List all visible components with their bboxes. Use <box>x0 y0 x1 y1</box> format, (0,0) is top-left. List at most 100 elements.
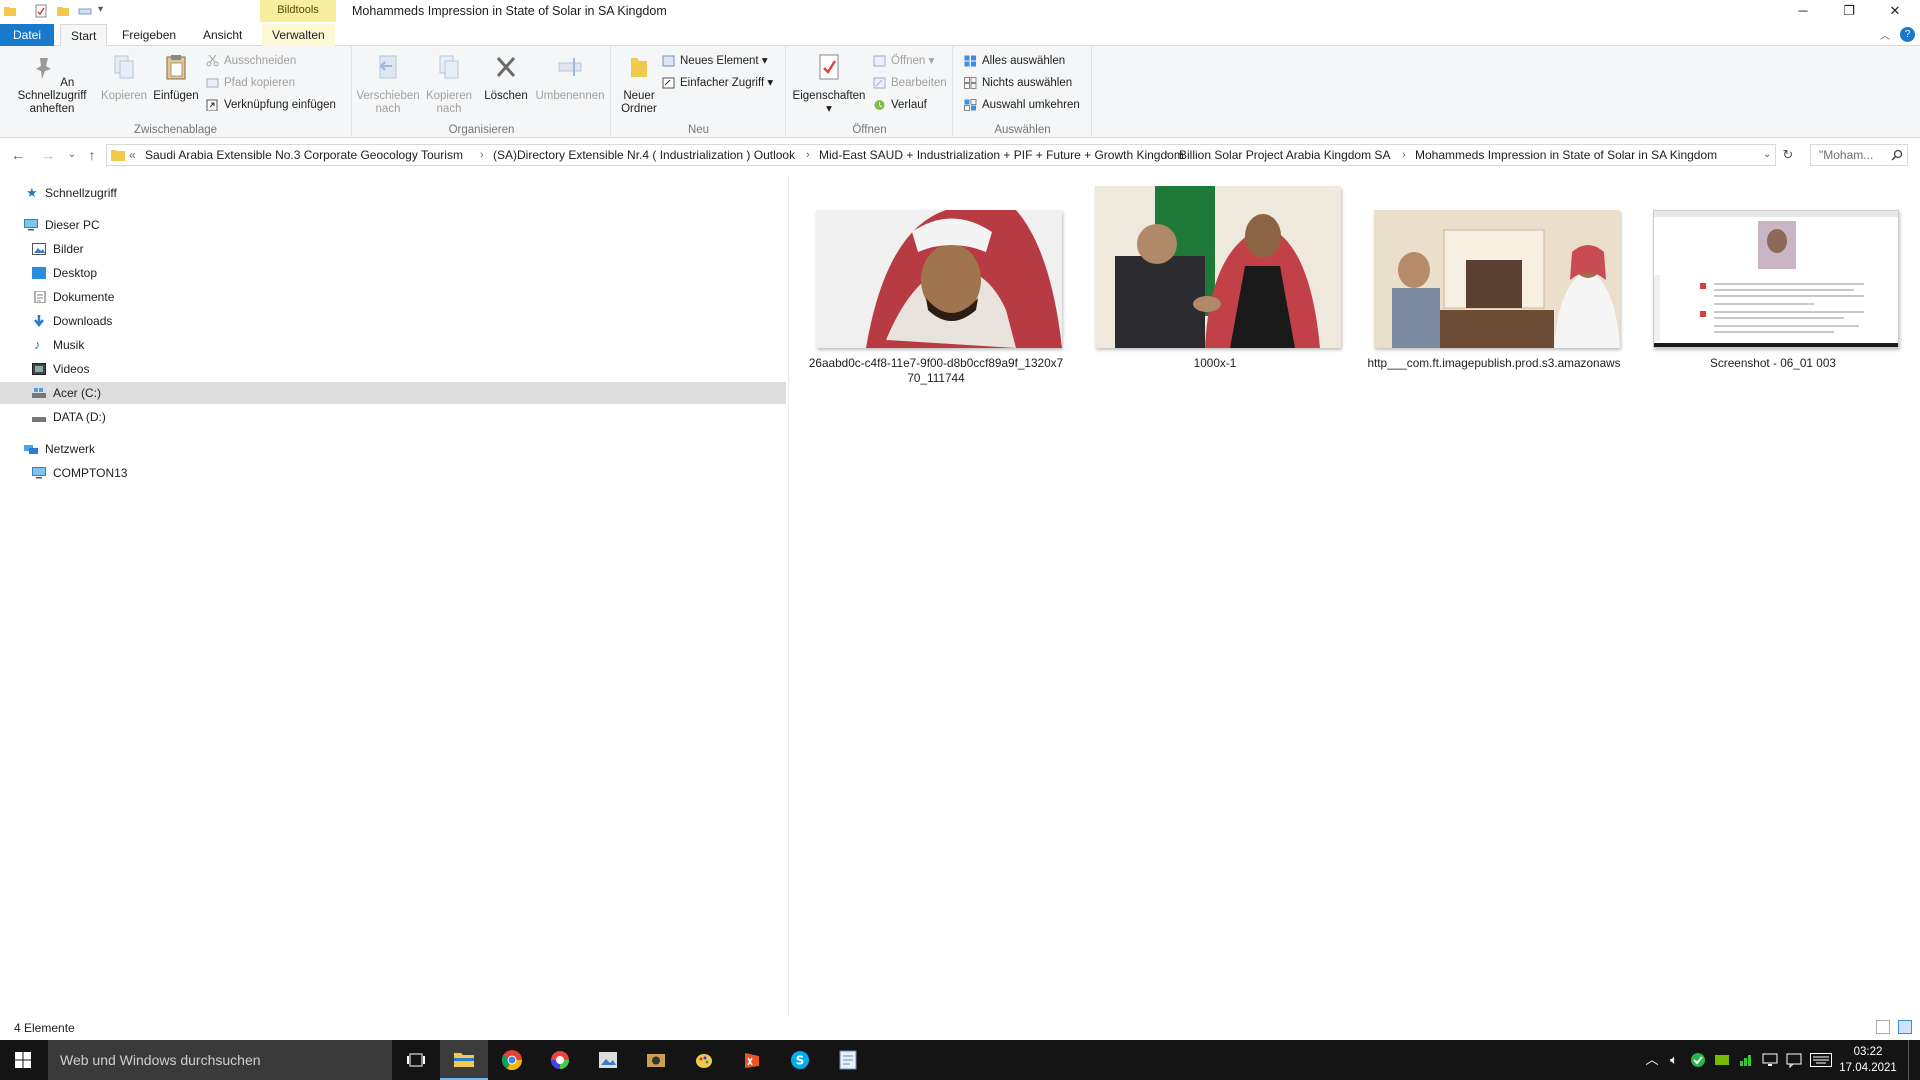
select-none-button[interactable]: Nichts auswählen <box>962 74 1072 92</box>
tree-item-computer[interactable]: COMPTON13 <box>0 462 786 484</box>
breadcrumb-separator-icon[interactable]: › <box>1166 145 1170 165</box>
breadcrumb-separator-icon[interactable]: › <box>806 145 810 165</box>
breadcrumb-separator-icon[interactable]: › <box>1402 145 1406 165</box>
forward-button[interactable]: → <box>38 145 58 165</box>
search-box[interactable]: "Moham... <box>1810 144 1908 166</box>
history-icon <box>874 100 885 110</box>
tree-item-downloads[interactable]: Downloads <box>0 310 786 332</box>
antivirus-icon[interactable] <box>1690 1052 1706 1068</box>
rename-button[interactable]: Umbenennen <box>531 52 609 103</box>
tab-ansicht[interactable]: Ansicht <box>193 24 252 46</box>
tree-item-network[interactable]: Netzwerk <box>0 438 786 460</box>
paste-shortcut-button[interactable]: Verknüpfung einfügen <box>204 96 336 114</box>
task-view-button[interactable] <box>392 1040 440 1080</box>
paste-icon <box>166 55 186 80</box>
office-app-icon <box>745 1053 759 1068</box>
minimize-button[interactable]: ─ <box>1780 0 1826 22</box>
taskbar-camera-app[interactable] <box>632 1040 680 1080</box>
taskbar-explorer[interactable] <box>440 1040 488 1080</box>
taskbar-chrome[interactable] <box>488 1040 536 1080</box>
tree-item-videos[interactable]: Videos <box>0 358 786 380</box>
taskbar-office-app[interactable] <box>728 1040 776 1080</box>
tree-item-desktop[interactable]: Desktop <box>0 262 786 284</box>
tree-item-this-pc[interactable]: Dieser PC <box>0 214 786 236</box>
display-tray-icon[interactable] <box>1762 1052 1778 1068</box>
taskbar-search[interactable]: Web und Windows durchsuchen <box>48 1040 392 1080</box>
tab-datei[interactable]: Datei <box>0 24 54 46</box>
properties-icon[interactable] <box>34 4 48 18</box>
pane-splitter[interactable] <box>788 176 789 1016</box>
volume-icon[interactable]: 🔈︎ <box>1666 1052 1682 1068</box>
breadcrumb-separator-icon[interactable]: › <box>480 145 484 165</box>
clock[interactable]: 03:22 17.04.2021 <box>1838 1044 1898 1076</box>
history-button[interactable]: Verlauf <box>871 96 927 114</box>
properties-button[interactable]: Eigenschaften ▾ <box>791 52 867 116</box>
select-all-button[interactable]: Alles auswählen <box>962 52 1065 70</box>
show-hidden-icons[interactable]: ︿ <box>1644 1052 1660 1068</box>
taskbar-image-viewer[interactable] <box>584 1040 632 1080</box>
keyboard-icon[interactable] <box>1810 1053 1832 1067</box>
details-view-button[interactable] <box>1876 1020 1890 1034</box>
new-item-button[interactable]: Neues Element ▾ <box>660 52 768 70</box>
paste-button[interactable]: Einfügen <box>148 52 204 103</box>
tree-item-drive-d[interactable]: DATA (D:) <box>0 406 786 428</box>
delete-button[interactable]: Löschen <box>479 52 533 103</box>
taskbar-skype[interactable]: S <box>776 1040 824 1080</box>
recent-locations-icon[interactable]: ⌄ <box>62 145 82 165</box>
start-button[interactable] <box>0 1040 48 1080</box>
address-bar[interactable]: « Saudi Arabia Extensible No.3 Corporate… <box>106 144 1776 166</box>
tree-item-music[interactable]: ♪ Musik <box>0 334 786 356</box>
cut-button[interactable]: Ausschneiden <box>204 52 296 70</box>
move-to-button[interactable]: Verschieben nach <box>355 52 421 116</box>
restore-button[interactable]: ❐ <box>1826 0 1872 22</box>
edit-button[interactable]: Bearbeiten <box>871 74 947 92</box>
taskbar-search-input[interactable]: Web und Windows durchsuchen <box>60 1052 261 1068</box>
tab-start[interactable]: Start <box>60 24 108 47</box>
breadcrumb-item[interactable]: Billion Solar Project Arabia Kingdom SA <box>1179 145 1390 165</box>
large-icons-view-button[interactable] <box>1898 1020 1912 1034</box>
invert-selection-button[interactable]: Auswahl umkehren <box>962 96 1080 114</box>
tab-freigeben[interactable]: Freigeben <box>112 24 186 46</box>
copy-path-button[interactable]: Pfad kopieren <box>204 74 295 92</box>
breadcrumb-item[interactable]: Mid-East SAUD + Industrialization + PIF … <box>819 145 1184 165</box>
breadcrumb-overflow[interactable]: « <box>129 145 136 165</box>
notepad-icon <box>839 1050 857 1070</box>
tree-item-documents[interactable]: Dokumente <box>0 286 786 308</box>
network-tray-icon[interactable] <box>1738 1052 1754 1068</box>
taskbar-photos-app[interactable] <box>536 1040 584 1080</box>
easy-access-button[interactable]: Einfacher Zugriff ▾ <box>660 74 773 92</box>
pin-quick-access-button[interactable]: An Schnellzugriff anheften <box>4 52 100 116</box>
tree-item-drive-c[interactable]: Acer (C:) <box>0 382 786 404</box>
breadcrumb-item[interactable]: Saudi Arabia Extensible No.3 Corporate G… <box>145 145 463 165</box>
collapse-ribbon-icon[interactable]: ︿ <box>1880 27 1890 42</box>
tree-item-pictures[interactable]: Bilder <box>0 238 786 260</box>
tab-verwalten[interactable]: Verwalten <box>262 24 335 46</box>
skype-icon: S <box>791 1051 809 1069</box>
show-desktop-button[interactable] <box>1908 1040 1914 1080</box>
qat-dropdown-icon[interactable]: ▾ <box>98 4 103 15</box>
desktop-icon <box>32 267 46 279</box>
drive-icon <box>32 417 46 422</box>
nvidia-icon[interactable] <box>1714 1052 1730 1068</box>
address-dropdown-icon[interactable]: ⌄ <box>1763 145 1771 165</box>
open-button[interactable]: Öffnen ▾ <box>871 52 934 70</box>
new-folder-button[interactable]: Neuer Ordner <box>614 52 664 116</box>
search-icon[interactable] <box>1891 149 1903 161</box>
back-button[interactable]: ← <box>8 145 28 165</box>
up-button[interactable]: ↑ <box>82 145 102 165</box>
close-button[interactable]: ✕ <box>1872 0 1918 22</box>
taskbar-notepad[interactable] <box>824 1040 872 1080</box>
group-organize: Verschieben nach Kopieren nach Löschen U… <box>353 46 611 138</box>
rename-icon[interactable] <box>78 4 92 18</box>
tree-item-quick-access[interactable]: ★ Schnellzugriff <box>0 182 786 204</box>
notification-icon[interactable] <box>1786 1052 1802 1068</box>
new-folder-icon[interactable] <box>56 4 70 18</box>
taskbar-paint-app[interactable] <box>680 1040 728 1080</box>
copy-to-button[interactable]: Kopieren nach <box>421 52 477 116</box>
search-input[interactable]: "Moham... <box>1819 148 1873 162</box>
breadcrumb-current[interactable]: Mohammeds Impression in State of Solar i… <box>1415 145 1717 165</box>
breadcrumb-item[interactable]: (SA)Directory Extensible Nr.4 ( Industri… <box>493 145 795 165</box>
help-icon[interactable]: ? <box>1900 27 1915 42</box>
refresh-button[interactable]: ↻ <box>1778 145 1798 165</box>
copy-button[interactable]: Kopieren <box>98 52 150 103</box>
